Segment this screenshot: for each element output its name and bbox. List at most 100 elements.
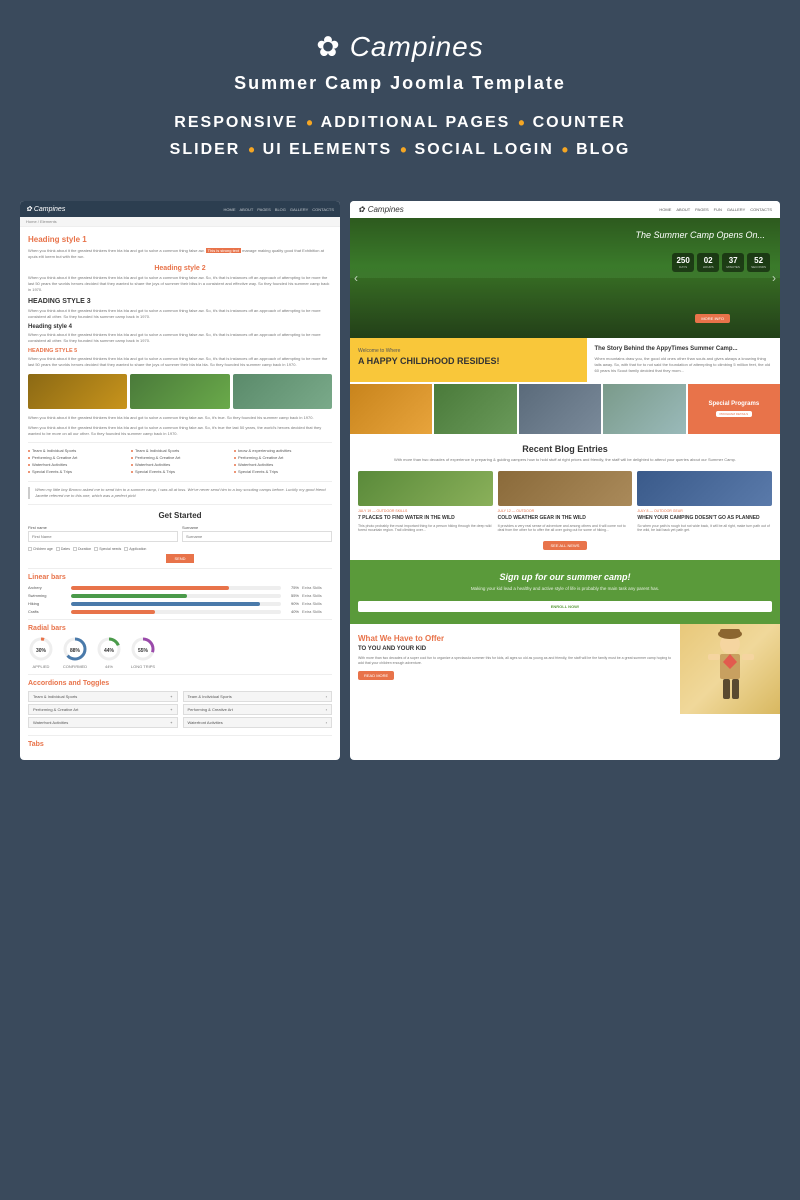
blog-card-text-1: This photo probably the most important t… <box>358 524 493 534</box>
form-label-firstname: First name <box>28 525 178 530</box>
offer-button[interactable]: READ MORE <box>358 671 394 680</box>
special-programs-button[interactable]: PROGRAM DETAILS <box>716 411 753 417</box>
blog-section: Recent Blog Entries With more than two d… <box>350 434 780 560</box>
accordion-header-5[interactable]: Performing & Creative Art › <box>184 705 332 714</box>
photo-caption-2: When you think about it the greatest thi… <box>28 425 332 437</box>
cb-dates[interactable] <box>56 547 60 551</box>
submit-button[interactable]: SEND <box>166 554 193 563</box>
bar-track-1 <box>71 586 281 590</box>
hero-cta-button[interactable]: MORE INFO <box>695 314 730 323</box>
feat-blog: BLOG <box>568 139 638 161</box>
divider-4 <box>28 568 332 569</box>
accordion-header-4[interactable]: Team & Individual Sports › <box>184 692 332 701</box>
blog-card-tag-3: JULY 8 — OUTDOOR GEAR <box>637 509 772 513</box>
radial-label-1: APPLIED <box>33 664 50 669</box>
accordion-item-5: Performing & Creative Art › <box>183 704 333 715</box>
svg-text:55%: 55% <box>138 648 149 654</box>
accordion-header-3[interactable]: Waterfront Activities + <box>29 718 177 727</box>
blog-card-title-3[interactable]: WHEN YOUR CAMPING DOESN'T GO AS PLANNED <box>637 515 772 522</box>
feat-dot <box>28 471 30 473</box>
features-row-2: SLIDER • UI ELEMENTS • SOCIAL LOGIN • BL… <box>20 139 780 161</box>
accordion-header-2[interactable]: Performing & Creative Art + <box>29 705 177 714</box>
bar-pct-3: 90% <box>284 601 299 606</box>
cb-age[interactable] <box>28 547 32 551</box>
offer-section: What We Have to Offer TO YOU AND YOUR KI… <box>350 624 780 714</box>
checkboxes-row: Children age Dates Duration Special need… <box>28 547 332 551</box>
nav-contacts[interactable]: CONTACTS <box>312 207 334 212</box>
photo-1 <box>28 374 127 409</box>
cb-app[interactable] <box>124 547 128 551</box>
nav-pages[interactable]: PAGES <box>257 207 271 212</box>
see-all-button[interactable]: SEE ALL NEWS <box>543 541 588 550</box>
nav-home[interactable]: HOME <box>224 207 236 212</box>
accordion-toggle-6: › <box>326 720 327 725</box>
form-input-surname[interactable] <box>182 531 332 542</box>
accordion-header-6[interactable]: Waterfront Activities › <box>184 718 332 727</box>
radial-svg-2: 88% <box>62 636 88 662</box>
radial-item-3: 44% 44% <box>96 636 122 669</box>
cb-special[interactable] <box>94 547 98 551</box>
bar-label-1: Archery <box>28 585 68 590</box>
bar-row-4: Crafts 40% Extra Skills <box>28 609 332 614</box>
nav-about[interactable]: ABOUT <box>240 207 254 212</box>
body-text-2: When you think about it the greatest thi… <box>28 275 332 293</box>
feat-item: Waterfront Activities <box>131 462 229 467</box>
feat-item: Performing & Creative Art <box>28 455 126 460</box>
signup-section: Sign up for our summer camp! Making your… <box>350 560 780 623</box>
divider-7 <box>28 735 332 736</box>
blog-card-title-2[interactable]: COLD WEATHER GEAR IN THE WILD <box>498 515 633 522</box>
left-panel-nav: ✿ Campines HOME ABOUT PAGES BLOG GALLERY… <box>20 201 340 217</box>
accordion-header-1[interactable]: Team & Individual Sports + <box>29 692 177 701</box>
accordion-item-1: Team & Individual Sports + <box>28 691 178 702</box>
welcome-story-title: The Story Behind the AppyTimes Summer Ca… <box>595 346 773 352</box>
signup-button[interactable]: ENROLL NOW! <box>358 601 772 612</box>
breadcrumb: Home / Elements <box>20 217 340 227</box>
form-area: First name Surname <box>28 525 332 542</box>
accordion-label-5: Performing & Creative Art <box>188 707 233 712</box>
rnav-contacts[interactable]: CONTACTS <box>750 207 772 212</box>
form-input-firstname[interactable] <box>28 531 178 542</box>
features-col-2: Team & Individual Sports Performing & Cr… <box>131 448 229 476</box>
nav-blog[interactable]: BLOG <box>275 207 286 212</box>
feat-item: Waterfront Activities <box>28 462 126 467</box>
feat-label: Performing & Creative Art <box>135 455 180 460</box>
radial-svg-1: 30% <box>28 636 54 662</box>
bar-track-4 <box>71 610 281 614</box>
right-nav-logo: ✿ Campines <box>358 205 404 214</box>
blog-cards: JULY 19 — OUTDOOR SKILLS 7 PLACES TO FIN… <box>358 471 772 533</box>
heading-3: HEADING STYLE 3 <box>28 298 332 305</box>
accordion-toggle-2: + <box>170 707 172 712</box>
hero-prev-arrow[interactable]: ‹ <box>354 271 358 285</box>
feat-responsive: RESPONSIVE <box>166 112 306 134</box>
welcome-right: The Story Behind the AppyTimes Summer Ca… <box>587 338 781 382</box>
blog-card-title-1[interactable]: 7 PLACES TO FIND WATER IN THE WILD <box>358 515 493 522</box>
bar-track-3 <box>71 602 281 606</box>
accordion-item-6: Waterfront Activities › <box>183 717 333 728</box>
checkbox-dates: Dates <box>56 547 70 551</box>
features-lists: Team & Individual Sports Performing & Cr… <box>28 448 332 476</box>
rnav-fun[interactable]: FUN <box>714 207 722 212</box>
feat-label: Special Events & Trips <box>135 469 175 474</box>
signup-subtitle: Making your kid lead a healthy and activ… <box>358 586 772 592</box>
form-col-2: Surname <box>182 525 332 542</box>
body-text-5: When you think about it the greatest thi… <box>28 356 332 368</box>
offer-right <box>680 624 780 714</box>
bar-pct-1: 75% <box>284 585 299 590</box>
feat-item: Team & Individual Sports <box>28 448 126 453</box>
rnav-gallery[interactable]: GALLERY <box>727 207 745 212</box>
photo-grid-4 <box>603 384 685 434</box>
radial-svg-4: 55% <box>130 636 156 662</box>
radial-item-4: 55% LONG TRIPS <box>130 636 156 669</box>
rnav-about[interactable]: ABOUT <box>676 207 690 212</box>
hero-next-arrow[interactable]: › <box>772 271 776 285</box>
feat-label: Team & Individual Sports <box>135 448 179 453</box>
welcome-story-text: When mountains draw you, the good old on… <box>595 356 773 374</box>
rnav-pages[interactable]: PAGES <box>695 207 709 212</box>
cb-duration[interactable] <box>73 547 77 551</box>
nav-gallery[interactable]: GALLERY <box>290 207 308 212</box>
feat-label: Performing & Creative Art <box>32 455 77 460</box>
accordion-label-1: Team & Individual Sports <box>33 694 77 699</box>
quote-block: When my little boy Bronco asked me to se… <box>28 487 332 499</box>
rnav-home[interactable]: HOME <box>659 207 671 212</box>
hero-bg <box>350 278 780 338</box>
